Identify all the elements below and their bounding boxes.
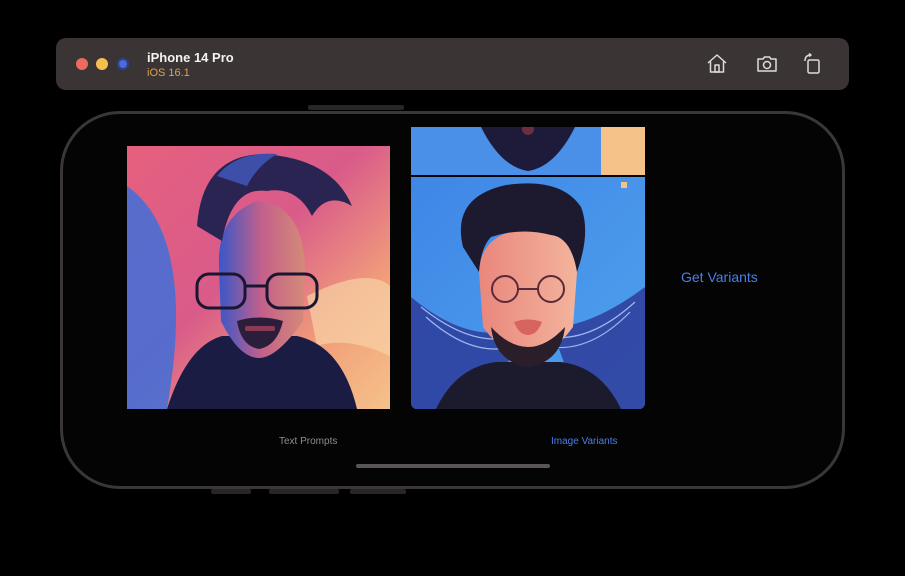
generated-portrait-image	[127, 146, 390, 409]
home-indicator[interactable]	[356, 464, 550, 468]
simulator-window: iPhone 14 Pro iOS 16.1 Get Variants Text…	[0, 0, 905, 576]
variant-image	[411, 177, 645, 409]
tab-text-prompts[interactable]: Text Prompts	[279, 436, 337, 447]
app-screen: Get Variants Text Prompts Image Variants	[0, 0, 905, 576]
variant-image-previous	[411, 127, 645, 175]
tab-image-variants[interactable]: Image Variants	[551, 436, 618, 447]
get-variants-button[interactable]: Get Variants	[681, 269, 758, 285]
